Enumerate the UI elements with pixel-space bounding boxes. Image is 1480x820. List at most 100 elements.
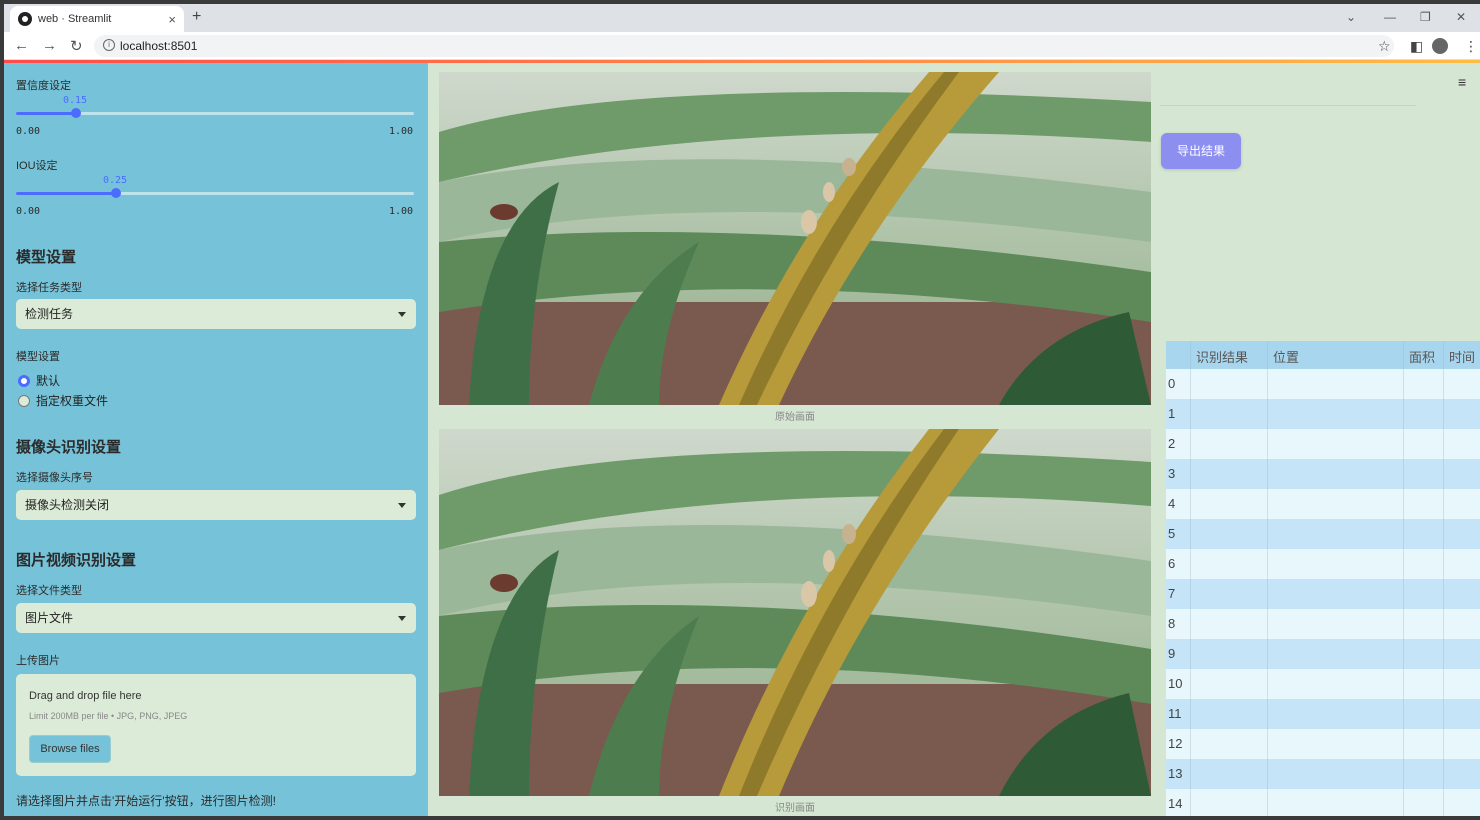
row-index: 6 xyxy=(1168,556,1176,571)
more-menu-icon[interactable]: ⋮ xyxy=(1464,38,1478,55)
row-index: 13 xyxy=(1168,766,1183,781)
row-index: 4 xyxy=(1168,496,1176,511)
original-caption: 原始画面 xyxy=(775,412,815,423)
back-arrow-icon[interactable]: ← xyxy=(14,37,29,54)
table-row[interactable]: 9 xyxy=(1166,639,1480,669)
site-info-icon[interactable]: i xyxy=(103,39,115,51)
file-type-value: 图片文件 xyxy=(25,611,74,625)
camera-value: 摄像头检测关闭 xyxy=(25,498,110,512)
side-panel-icon[interactable]: ◧ xyxy=(1410,38,1423,55)
new-tab-button[interactable]: + xyxy=(192,8,201,26)
table-row[interactable]: 8 xyxy=(1166,609,1480,639)
radio-unselected-icon xyxy=(18,394,30,407)
header-position[interactable]: 位置 xyxy=(1273,347,1299,366)
confidence-slider-thumb[interactable] xyxy=(70,108,81,118)
iou-max: 1.00 xyxy=(389,206,414,217)
reload-icon[interactable]: ↻ xyxy=(70,37,83,55)
chevron-down-icon xyxy=(398,616,406,621)
close-window-button[interactable]: ✕ xyxy=(1456,10,1466,24)
divider xyxy=(1160,105,1416,106)
file-uploader-dropzone[interactable]: Drag and drop file here Limit 200MB per … xyxy=(16,674,416,776)
row-index: 7 xyxy=(1168,586,1176,601)
confidence-label: 置信度设定 xyxy=(16,80,71,92)
url-text: localhost:8501 xyxy=(120,39,198,53)
table-row[interactable]: 1 xyxy=(1166,399,1480,429)
hint-text: 请选择图片并点击'开始运行'按钮，进行图片检测! xyxy=(16,794,276,808)
row-index: 10 xyxy=(1168,676,1183,691)
results-table: 识别结果 位置 面积 时间 0 1 2 3 4 5 6 7 8 9 10 11 12 13 14 xyxy=(1166,341,1480,816)
iou-slider-fill xyxy=(16,192,116,195)
navigation-bar: ← → ↻ i localhost:8501 ☆ ◧ ⋮ xyxy=(4,32,1480,60)
camera-settings-header: 摄像头识别设置 xyxy=(16,439,122,456)
file-type-label: 选择文件类型 xyxy=(16,585,82,597)
radio-custom-weights[interactable]: 指定权重文件 xyxy=(18,392,108,409)
task-type-label: 选择任务类型 xyxy=(16,282,82,294)
column-divider xyxy=(1190,341,1191,816)
header-result[interactable]: 识别结果 xyxy=(1196,347,1248,366)
tab-close-icon[interactable]: × xyxy=(168,12,176,27)
header-area[interactable]: 面积 xyxy=(1409,347,1435,366)
table-row[interactable]: 14 xyxy=(1166,789,1480,816)
browser-tab[interactable]: web · Streamlit × xyxy=(10,6,184,32)
column-divider xyxy=(1403,341,1404,816)
minimize-button[interactable]: — xyxy=(1384,10,1396,24)
radio-custom-label: 指定权重文件 xyxy=(36,394,109,408)
result-image xyxy=(439,429,1151,796)
camera-select[interactable]: 摄像头检测关闭 xyxy=(16,490,416,520)
table-row[interactable]: 13 xyxy=(1166,759,1480,789)
profile-avatar-icon[interactable] xyxy=(1432,38,1448,54)
forward-arrow-icon[interactable]: → xyxy=(42,37,57,54)
chevron-down-icon xyxy=(398,503,406,508)
table-row[interactable]: 5 xyxy=(1166,519,1480,549)
address-bar[interactable]: i localhost:8501 xyxy=(94,35,1394,57)
iou-slider-thumb[interactable] xyxy=(110,188,121,198)
upload-drag-text: Drag and drop file here xyxy=(29,690,142,702)
confidence-min: 0.00 xyxy=(16,126,41,137)
result-caption: 识别画面 xyxy=(775,803,815,814)
upload-label: 上传图片 xyxy=(16,655,60,667)
model-setting-label: 模型设置 xyxy=(16,351,60,363)
table-row[interactable]: 4 xyxy=(1166,489,1480,519)
chevron-down-icon xyxy=(398,312,406,317)
confidence-value: 0.15 xyxy=(63,95,88,106)
table-row[interactable]: 6 xyxy=(1166,549,1480,579)
radio-default-label: 默认 xyxy=(36,374,61,388)
column-divider xyxy=(1443,341,1444,816)
iou-label: IOU设定 xyxy=(16,160,58,172)
confidence-slider-fill xyxy=(16,112,76,115)
restore-button[interactable]: ❐ xyxy=(1420,10,1431,24)
chevron-down-icon[interactable]: ⌄ xyxy=(1346,10,1356,24)
row-index: 2 xyxy=(1168,436,1176,451)
row-index: 12 xyxy=(1168,736,1183,751)
bookmark-star-icon[interactable]: ☆ xyxy=(1378,38,1391,55)
streamlit-favicon-icon xyxy=(18,12,32,26)
table-row[interactable]: 10 xyxy=(1166,669,1480,699)
streamlit-page: 置信度设定 0.15 0.00 1.00 IOU设定 0.25 0.00 1.0… xyxy=(4,60,1480,816)
export-results-button[interactable]: 导出结果 xyxy=(1161,133,1241,169)
iou-min: 0.00 xyxy=(16,206,41,217)
browse-files-button[interactable]: Browse files xyxy=(29,735,111,763)
table-row[interactable]: 12 xyxy=(1166,729,1480,759)
table-row[interactable]: 11 xyxy=(1166,699,1480,729)
iou-value: 0.25 xyxy=(103,175,128,186)
tab-bar: web · Streamlit × + ⌄ — ❐ ✕ xyxy=(4,4,1480,32)
sidebar: 置信度设定 0.15 0.00 1.00 IOU设定 0.25 0.00 1.0… xyxy=(4,63,428,816)
confidence-slider[interactable] xyxy=(16,108,414,118)
file-type-select[interactable]: 图片文件 xyxy=(16,603,416,633)
table-row[interactable]: 7 xyxy=(1166,579,1480,609)
table-row[interactable]: 0 xyxy=(1166,369,1480,399)
task-type-select[interactable]: 检测任务 xyxy=(16,299,416,329)
iou-slider[interactable] xyxy=(16,188,414,198)
radio-default[interactable]: 默认 xyxy=(18,372,60,389)
table-row[interactable]: 2 xyxy=(1166,429,1480,459)
upload-limit-text: Limit 200MB per file • JPG, PNG, JPEG xyxy=(29,711,188,721)
header-time[interactable]: 时间 xyxy=(1449,347,1475,366)
hamburger-menu-icon[interactable]: ≡ xyxy=(1458,74,1466,90)
table-row[interactable]: 3 xyxy=(1166,459,1480,489)
row-index: 14 xyxy=(1168,796,1183,811)
row-index: 0 xyxy=(1168,376,1176,391)
tab-title: web · Streamlit xyxy=(38,13,112,25)
radio-selected-icon xyxy=(18,374,30,387)
confidence-max: 1.00 xyxy=(389,126,414,137)
camera-index-label: 选择摄像头序号 xyxy=(16,472,93,484)
